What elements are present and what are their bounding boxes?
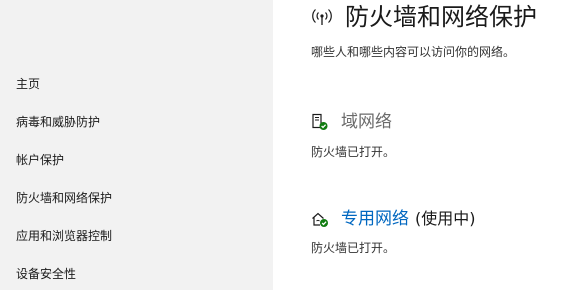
private-network-link[interactable]: 专用网络 [341,208,409,230]
sidebar-item-firewall-network-protection[interactable]: 防火墙和网络保护 [16,190,112,206]
wifi-signal-icon [312,9,332,25]
page-title: 防火墙和网络保护 [345,3,537,31]
private-network-status: 防火墙已打开。 [311,241,396,255]
domain-network-icon [312,113,328,130]
page-subtitle: 哪些人和哪些内容可以访问你的网络。 [311,45,516,59]
main-content: 防火墙和网络保护 哪些人和哪些内容可以访问你的网络。 域网络 防火墙已打开。 专… [273,0,569,290]
sidebar-item-app-browser-control[interactable]: 应用和浏览器控制 [16,228,112,244]
domain-network-status: 防火墙已打开。 [311,145,396,159]
private-network-icon [312,212,328,227]
sidebar: 主页 病毒和威胁防护 帐户保护 防火墙和网络保护 应用和浏览器控制 设备安全性 [0,0,273,290]
sidebar-item-virus-threat-protection[interactable]: 病毒和威胁防护 [16,114,100,130]
private-network-row[interactable]: 专用网络 (使用中) [311,208,476,230]
domain-network-label: 域网络 [341,112,392,132]
private-network-in-use-badge: (使用中) [415,209,476,228]
sidebar-item-device-security[interactable]: 设备安全性 [16,266,76,282]
sidebar-item-account-protection[interactable]: 帐户保护 [16,152,64,168]
sidebar-item-home[interactable]: 主页 [16,76,40,92]
page-header: 防火墙和网络保护 [311,0,537,34]
windows-security-window: 主页 病毒和威胁防护 帐户保护 防火墙和网络保护 应用和浏览器控制 设备安全性 … [0,0,569,290]
domain-network-row[interactable]: 域网络 [311,111,392,133]
